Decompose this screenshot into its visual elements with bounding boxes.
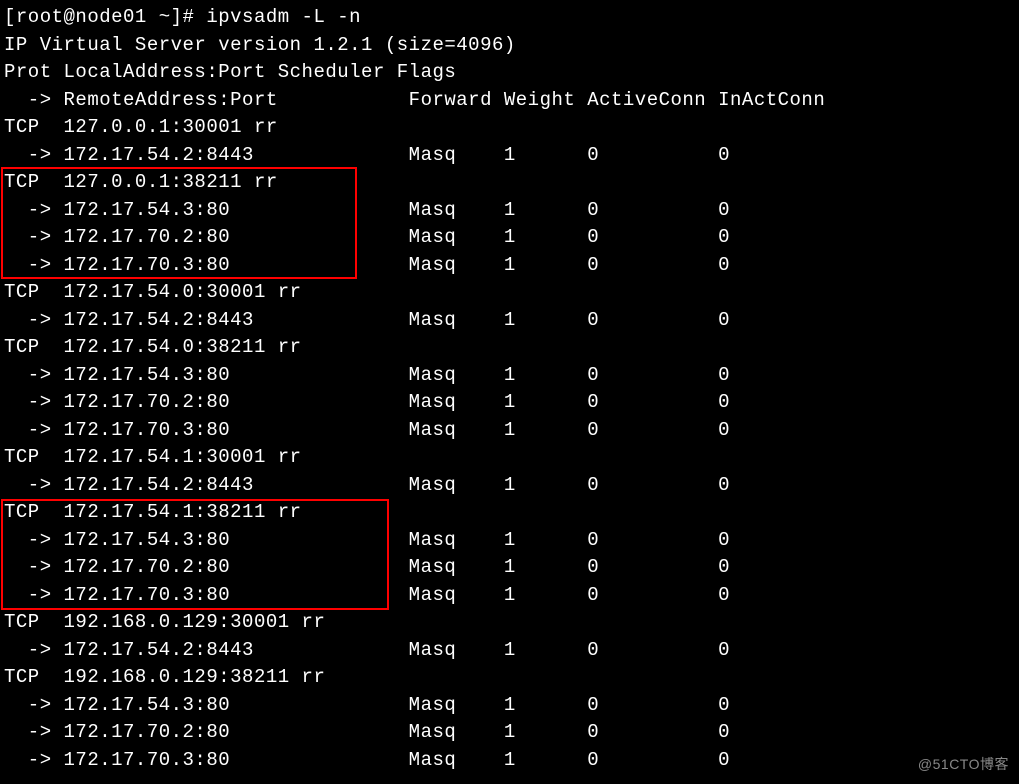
ipvs-services-list: TCP 127.0.0.1:30001 rr -> 172.17.54.2:84… [4,114,1019,774]
real-server-line: -> 172.17.70.3:80 Masq 1 0 0 [4,582,1019,610]
ipvs-version-line: IP Virtual Server version 1.2.1 (size=40… [4,32,1019,60]
real-server-line: -> 172.17.54.3:80 Masq 1 0 0 [4,692,1019,720]
terminal-prompt-line[interactable]: [root@node01 ~]# ipvsadm -L -n [4,4,1019,32]
virtual-service-line: TCP 192.168.0.129:30001 rr [4,609,1019,637]
real-server-line: -> 172.17.70.2:80 Masq 1 0 0 [4,554,1019,582]
real-server-line: -> 172.17.54.2:8443 Masq 1 0 0 [4,472,1019,500]
real-server-line: -> 172.17.54.2:8443 Masq 1 0 0 [4,637,1019,665]
real-server-line: -> 172.17.54.3:80 Masq 1 0 0 [4,527,1019,555]
real-server-line: -> 172.17.54.3:80 Masq 1 0 0 [4,197,1019,225]
real-server-line: -> 172.17.70.3:80 Masq 1 0 0 [4,417,1019,445]
real-server-line: -> 172.17.54.2:8443 Masq 1 0 0 [4,142,1019,170]
virtual-service-line: TCP 127.0.0.1:30001 rr [4,114,1019,142]
real-server-line: -> 172.17.70.2:80 Masq 1 0 0 [4,389,1019,417]
watermark-text: @51CTO博客 [918,751,1009,779]
virtual-service-line: TCP 172.17.54.0:30001 rr [4,279,1019,307]
virtual-service-line: TCP 192.168.0.129:38211 rr [4,664,1019,692]
virtual-service-line: TCP 172.17.54.1:30001 rr [4,444,1019,472]
virtual-service-line: TCP 172.17.54.0:38211 rr [4,334,1019,362]
real-server-line: -> 172.17.54.3:80 Masq 1 0 0 [4,362,1019,390]
real-server-line: -> 172.17.54.2:8443 Masq 1 0 0 [4,307,1019,335]
virtual-service-line: TCP 172.17.54.1:38211 rr [4,499,1019,527]
real-server-line: -> 172.17.70.3:80 Masq 1 0 0 [4,252,1019,280]
real-server-line: -> 172.17.70.2:80 Masq 1 0 0 [4,719,1019,747]
table-header-1: Prot LocalAddress:Port Scheduler Flags [4,59,1019,87]
real-server-line: -> 172.17.70.3:80 Masq 1 0 0 [4,747,1019,775]
virtual-service-line: TCP 127.0.0.1:38211 rr [4,169,1019,197]
real-server-line: -> 172.17.70.2:80 Masq 1 0 0 [4,224,1019,252]
table-header-2: -> RemoteAddress:Port Forward Weight Act… [4,87,1019,115]
